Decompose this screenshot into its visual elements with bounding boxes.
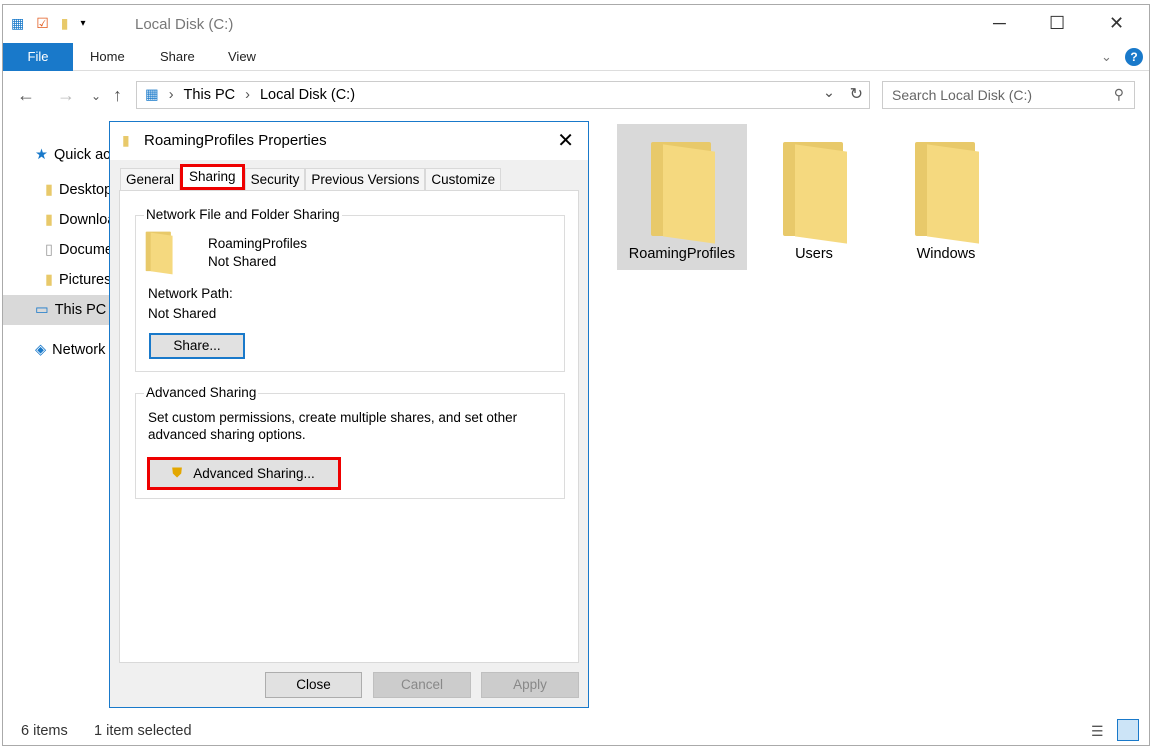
sidebar-item-label: Network xyxy=(52,342,106,358)
close-button[interactable]: ✕ xyxy=(1109,13,1124,34)
drive-icon: ▦ xyxy=(11,15,25,31)
properties-icon[interactable]: ☑ xyxy=(36,15,49,32)
pictures-icon: ▮ xyxy=(45,272,53,288)
title-bar: ▦ ☑ ▮ ▾ Local Disk (C:) ─ ☐ ✕ xyxy=(3,5,1149,43)
status-item-count: 6 items xyxy=(21,723,68,739)
maximize-button[interactable]: ☐ xyxy=(1049,13,1065,34)
folder-icon xyxy=(911,138,981,238)
sidebar-item-label: This PC xyxy=(54,302,107,318)
properties-dialog: ▮ RoamingProfiles Properties ✕ General S… xyxy=(109,121,589,708)
minimize-button[interactable]: ─ xyxy=(993,13,1006,34)
tab-customize[interactable]: Customize xyxy=(425,168,502,190)
network-icon: ◈ xyxy=(35,342,47,358)
drive-icon: ▦ xyxy=(145,87,159,103)
advanced-description: Set custom permissions, create multiple … xyxy=(148,410,518,425)
network-path-value: Not Shared xyxy=(148,306,217,321)
status-selected: 1 item selected xyxy=(94,723,192,739)
advanced-description-2: advanced sharing options. xyxy=(148,427,306,442)
forward-button[interactable]: → xyxy=(57,85,75,106)
cancel-button[interactable]: Cancel xyxy=(373,672,471,698)
tab-sharing[interactable]: Sharing xyxy=(180,164,245,190)
folder-item[interactable]: RoamingProfiles xyxy=(617,124,747,270)
new-folder-icon[interactable]: ▮ xyxy=(61,15,69,32)
folder-icon xyxy=(647,138,717,238)
star-icon: ★ xyxy=(35,147,48,163)
tab-previous-versions[interactable]: Previous Versions xyxy=(305,168,426,190)
address-bar-row: ← → ⌄ ↑ ▦ › This PC › Local Disk (C:) ⌄ … xyxy=(3,79,1149,115)
tab-security[interactable]: Security xyxy=(244,168,306,190)
advanced-sharing-button[interactable]: ⛊ Advanced Sharing... xyxy=(147,457,341,490)
dialog-tabs: General Sharing Security Previous Versio… xyxy=(120,164,502,190)
network-sharing-group: Network File and Folder Sharing RoamingP… xyxy=(135,207,565,372)
chevron-right-icon: › xyxy=(245,87,250,103)
expand-ribbon-icon[interactable]: ⌄ xyxy=(1101,43,1112,71)
refresh-icon[interactable]: ↻ xyxy=(850,84,863,104)
dialog-title-bar: ▮ RoamingProfiles Properties ✕ xyxy=(110,122,588,160)
share-state: Not Shared xyxy=(208,254,277,269)
address-input[interactable]: ▦ › This PC › Local Disk (C:) ⌄ ↻ xyxy=(136,81,870,109)
folder-label: Windows xyxy=(916,246,976,262)
address-dropdown-icon[interactable]: ⌄ xyxy=(823,85,835,101)
large-icons-view-button[interactable] xyxy=(1117,719,1139,741)
folder-icon: ▮ xyxy=(122,132,130,148)
folder-icon: ▮ xyxy=(45,182,53,198)
folder-label: Users xyxy=(795,246,833,262)
folder-item[interactable]: Users xyxy=(749,124,879,270)
folder-icon xyxy=(779,138,849,238)
folder-item[interactable]: Windows xyxy=(881,124,1011,270)
tab-file[interactable]: File xyxy=(3,43,73,71)
uac-shield-icon: ⛊ xyxy=(172,465,183,480)
close-dialog-button[interactable]: Close xyxy=(265,672,362,698)
dialog-title: RoamingProfiles Properties xyxy=(144,132,327,149)
breadcrumb-this-pc[interactable]: This PC xyxy=(184,87,236,103)
dialog-close-button[interactable]: ✕ xyxy=(557,128,574,153)
sharing-panel: Network File and Folder Sharing RoamingP… xyxy=(119,190,579,663)
customize-toolbar-icon[interactable]: ▾ xyxy=(81,18,86,29)
chevron-right-icon: › xyxy=(168,87,174,103)
network-path-label: Network Path: xyxy=(148,286,233,301)
apply-button[interactable]: Apply xyxy=(481,672,579,698)
quick-access-toolbar: ▦ ☑ ▮ ▾ xyxy=(11,15,86,32)
group-label: Advanced Sharing xyxy=(144,385,259,400)
sidebar-item-label: Pictures xyxy=(58,272,112,288)
search-icon: ⚲ xyxy=(1113,86,1124,102)
sidebar-item-label: Desktop xyxy=(58,182,113,198)
tab-view[interactable]: View xyxy=(228,43,256,71)
recent-locations-icon[interactable]: ⌄ xyxy=(91,89,101,103)
folder-icon xyxy=(144,230,171,272)
help-icon[interactable]: ? xyxy=(1125,48,1143,66)
button-label: Advanced Sharing... xyxy=(193,465,315,481)
advanced-sharing-group: Advanced Sharing Set custom permissions,… xyxy=(135,385,565,499)
details-view-button[interactable]: ☰ xyxy=(1091,723,1104,740)
search-placeholder: Search Local Disk (C:) xyxy=(892,87,1033,103)
ribbon: File Home Share View ⌄ ? xyxy=(3,43,1149,71)
tab-general[interactable]: General xyxy=(120,168,181,190)
folder-name: RoamingProfiles xyxy=(208,236,308,251)
window-title: Local Disk (C:) xyxy=(135,16,234,33)
search-input[interactable]: Search Local Disk (C:) ⚲ xyxy=(882,81,1135,109)
share-button[interactable]: Share... xyxy=(149,333,245,359)
folder-label: RoamingProfiles xyxy=(628,246,736,262)
back-button[interactable]: ← xyxy=(17,85,35,106)
tab-share[interactable]: Share xyxy=(160,43,195,71)
documents-icon: ▯ xyxy=(45,242,53,258)
up-button[interactable]: ↑ xyxy=(113,85,122,106)
computer-icon: ▭ xyxy=(35,302,49,318)
group-label: Network File and Folder Sharing xyxy=(144,207,342,222)
breadcrumb-local-disk[interactable]: Local Disk (C:) xyxy=(260,87,355,103)
downloads-icon: ▮ xyxy=(45,212,53,228)
tab-home[interactable]: Home xyxy=(90,43,125,71)
